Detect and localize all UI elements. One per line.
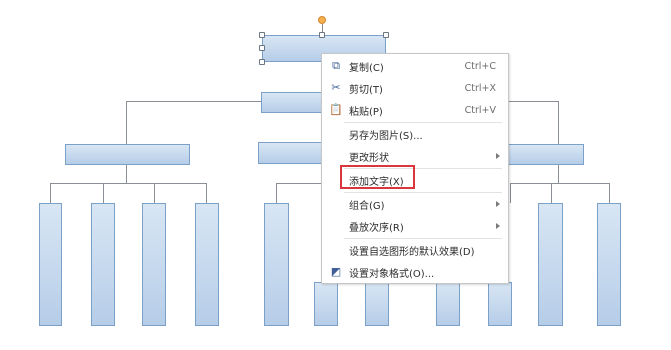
leaf-stem-6	[510, 183, 511, 203]
leaf-stem-5	[276, 183, 277, 203]
resize-handle-top[interactable]	[319, 32, 325, 38]
right-main-vertical	[558, 165, 559, 184]
diagram-canvas[interactable]: ⧉ 复制(C) Ctrl+C ✂ 剪切(T) Ctrl+X 📋 粘贴(P) Ct…	[0, 0, 671, 350]
rotation-handle[interactable]	[318, 16, 326, 24]
right-leaf-bus	[510, 183, 610, 184]
leaf-stem-3	[154, 183, 155, 203]
leaf-stem-4	[206, 183, 207, 203]
menu-item-copy[interactable]: ⧉ 复制(C) Ctrl+C	[322, 55, 508, 77]
menu-item-cut-shortcut: Ctrl+X	[464, 82, 496, 94]
left-leaf-bus	[50, 183, 206, 184]
leaf-node-6[interactable]	[314, 282, 338, 326]
leaf-node-10[interactable]	[538, 203, 563, 326]
menu-item-default-effects[interactable]: 设置自选图形的默认效果(D)	[322, 239, 508, 261]
chevron-right-icon	[496, 223, 500, 229]
left-main-vertical	[126, 165, 127, 184]
leaf-node-7[interactable]	[365, 282, 389, 326]
menu-item-copy-shortcut: Ctrl+C	[464, 60, 497, 72]
leaf-stem-7	[551, 183, 552, 203]
format-object-icon: ◩	[330, 265, 342, 278]
copy-icon: ⧉	[332, 59, 340, 72]
resize-handle-left[interactable]	[259, 45, 265, 51]
menu-item-default-effects-label: 设置自选图形的默认效果(D)	[349, 246, 475, 258]
leaf-stem-8	[609, 183, 610, 203]
leaf-node-3[interactable]	[142, 203, 166, 326]
middle-node[interactable]	[261, 92, 322, 113]
leaf-node-2[interactable]	[91, 203, 115, 326]
menu-item-cut[interactable]: ✂ 剪切(T) Ctrl+X	[322, 77, 508, 99]
center-node[interactable]	[258, 142, 322, 164]
resize-handle-top-right[interactable]	[383, 32, 389, 38]
left-node[interactable]	[65, 144, 190, 165]
leaf-node-1[interactable]	[39, 203, 62, 326]
menu-item-paste-shortcut: Ctrl+V	[464, 104, 496, 116]
menu-item-group-label: 组合(G)	[349, 200, 385, 212]
leaf-stem-2	[103, 183, 104, 203]
leaf-node-11[interactable]	[597, 203, 621, 326]
menu-item-arrange-order-label: 叠放次序(R)	[349, 222, 404, 234]
menu-item-format-object[interactable]: ◩ 设置对象格式(O)...	[322, 261, 508, 283]
resize-handle-top-left[interactable]	[259, 32, 265, 38]
resize-handle-bottom-left[interactable]	[259, 59, 265, 65]
chevron-right-icon	[496, 201, 500, 207]
chevron-right-icon	[496, 153, 500, 159]
right-node[interactable]	[507, 144, 584, 165]
menu-item-arrange-order[interactable]: 叠放次序(R)	[322, 215, 508, 237]
menu-item-change-shape[interactable]: 更改形状	[322, 145, 508, 167]
menu-item-add-text[interactable]: 添加文字(X)	[322, 169, 508, 191]
leaf-node-4[interactable]	[195, 203, 219, 326]
menu-item-save-as-picture[interactable]: 另存为图片(S)...	[322, 123, 508, 145]
menu-item-format-object-label: 设置对象格式(O)...	[349, 268, 435, 280]
menu-item-add-text-label: 添加文字(X)	[349, 176, 404, 188]
leaf-node-8[interactable]	[436, 282, 460, 326]
menu-item-group[interactable]: 组合(G)	[322, 193, 508, 215]
menu-item-paste-label: 粘贴(P)	[349, 106, 383, 118]
leaf-node-5[interactable]	[264, 203, 289, 326]
menu-item-paste[interactable]: 📋 粘贴(P) Ctrl+V	[322, 99, 508, 121]
center-leaf-bus	[276, 183, 321, 184]
leaf-stem-1	[50, 183, 51, 203]
left-branch-connector	[126, 101, 127, 144]
right-branch-connector	[558, 101, 559, 144]
menu-item-change-shape-label: 更改形状	[349, 152, 389, 164]
menu-item-cut-label: 剪切(T)	[349, 84, 383, 96]
leaf-node-9[interactable]	[488, 282, 512, 326]
cut-icon: ✂	[331, 81, 341, 94]
menu-item-save-as-picture-label: 另存为图片(S)...	[349, 130, 423, 142]
menu-item-copy-label: 复制(C)	[349, 62, 384, 74]
paste-icon: 📋	[329, 103, 343, 116]
context-menu[interactable]: ⧉ 复制(C) Ctrl+C ✂ 剪切(T) Ctrl+X 📋 粘贴(P) Ct…	[321, 53, 509, 284]
